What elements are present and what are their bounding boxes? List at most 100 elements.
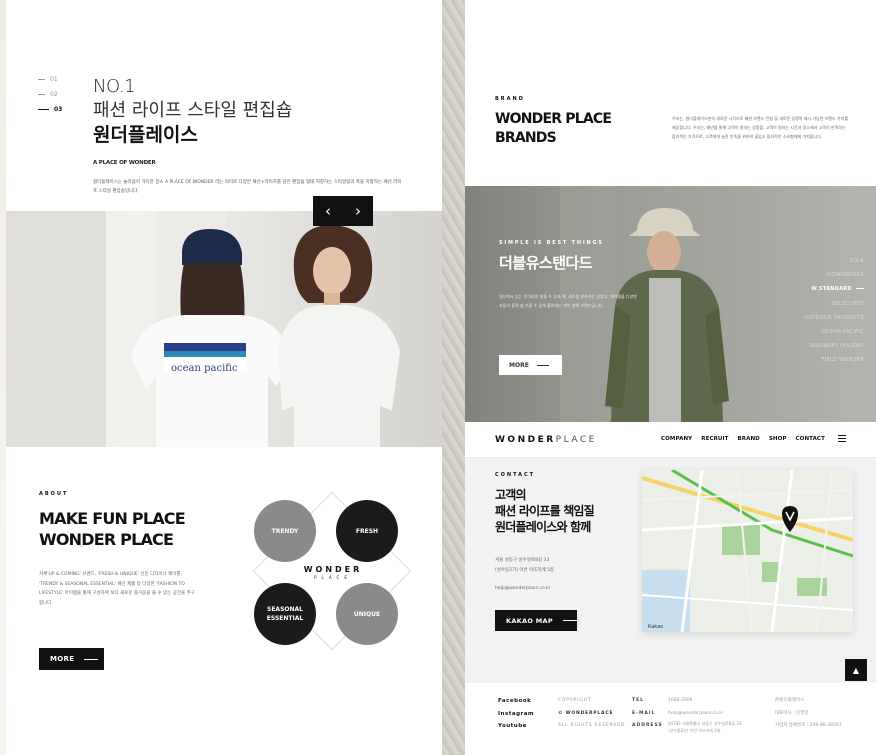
address-line1: 서울 성동구 성수일로8길 33 <box>495 558 550 563</box>
email-value: help@wonderplace.co.kr <box>668 710 724 716</box>
instagram-link[interactable]: Instagram <box>498 708 534 721</box>
more-label: MORE <box>509 361 529 369</box>
logo-sub: PLACE <box>314 575 352 580</box>
about-more-button[interactable]: MORE <box>39 648 104 670</box>
slide-number-1[interactable]: 01 <box>38 76 58 83</box>
slider-next-button[interactable]: › <box>343 196 373 226</box>
ceo-name: 대표이사 : 김영민 <box>775 710 809 716</box>
shirt-print-text: ocean pacific <box>171 363 238 374</box>
circle-trendy: TRENDY <box>254 500 316 562</box>
nav-brand[interactable]: BRAND <box>738 436 760 442</box>
contact-title-line1: 고객의 <box>495 488 527 502</box>
circle-fresh: FRESH <box>336 500 398 562</box>
intro-subheading: A PLACE OF WONDER <box>93 160 156 166</box>
brand-list-item[interactable]: ORDINARY HOLIDAY <box>804 339 864 353</box>
copyright-label: COPYRIGHT <box>558 698 592 703</box>
hero-more-button[interactable]: MORE <box>499 355 562 375</box>
footer-labels: TEL E-MAIL ADDRESS <box>632 695 663 733</box>
about-label: ABOUT <box>39 491 69 497</box>
brand-title-line1: WONDER PLACE <box>495 111 612 127</box>
nav-company[interactable]: COMPANY <box>661 436 692 442</box>
circle-label: SEASONAL ESSENTIAL <box>266 606 304 622</box>
hero-brand-title: 더블유스탠다드 <box>499 254 593 272</box>
slider-controls: ‹ › <box>313 196 373 226</box>
about-title-line2: WONDER PLACE <box>39 530 174 549</box>
logo-light: PLACE <box>555 435 597 445</box>
about-text: 자체'UP & COMING' 브랜드, 'FRESH & UNIQUE' 신진… <box>39 572 195 606</box>
slide-number-label: 03 <box>54 106 63 113</box>
footer-values: 1688-2606 help@wonderplace.co.kr 04782 서… <box>668 695 746 734</box>
contact-title-line3: 원더플레이스와 함께 <box>495 520 591 534</box>
contact-email: help@wonderplace.co.kr <box>495 586 551 591</box>
brand-list-item[interactable]: SELECCIOIT <box>804 297 864 311</box>
brand-list-item-active[interactable]: W.STANDARD <box>804 282 864 296</box>
brand-title-line2: BRANDS <box>495 130 557 146</box>
contact-label: CONTACT <box>495 472 536 478</box>
address-line2: (성수동2가) 어반 아뜨리에 5층 <box>495 568 555 573</box>
main-navbar: WONDERPLACE COMPANY RECRUIT BRAND SHOP C… <box>465 422 876 458</box>
kakao-label: KAKAO MAP <box>506 616 553 625</box>
business-number: 사업자 등록번호 : 206-86-38567 <box>775 723 842 728</box>
hero-description: 일상에서 입는 옷이라면 핏을 수 있게 해, 새로움 펀하라는 있었다. 대이… <box>499 294 637 308</box>
wonderplace-logo: WONDER PLACE <box>300 565 366 580</box>
nav-recruit[interactable]: RECRUIT <box>701 436 728 442</box>
footer-sns: Facebook Instagram Youtube <box>498 695 534 733</box>
slide-number-label: 02 <box>50 91 58 98</box>
map-graphic: Kakao <box>642 470 853 632</box>
slide-number-label: 01 <box>50 76 58 83</box>
hamburger-menu-icon[interactable] <box>838 435 846 444</box>
nav-menu: COMPANY RECRUIT BRAND SHOP CONTACT <box>661 436 825 442</box>
intro-description: 원더플레이스는 놀라움이 가득한 장소 A PLACE OF WONDER 라는… <box>93 180 402 194</box>
intro-panel: 01 02 03 NO.1 패션 라이프 스타일 편집숍 원더플레이스 A PL… <box>6 0 442 755</box>
email-label: E-MAIL <box>632 710 656 716</box>
tel-value: 1688-2606 <box>668 698 693 703</box>
map-attribution: Kakao <box>648 624 663 630</box>
tel-label: TEL <box>632 698 645 703</box>
site-footer: Facebook Instagram Youtube COPYRIGHT © W… <box>465 683 876 755</box>
brand-list-item[interactable]: OUTDOOR PRODUCTS <box>804 311 864 325</box>
footer-copyright: COPYRIGHT © WONDERPLACE ALL RIGHTS RESER… <box>558 695 627 733</box>
copyright-rights: ALL RIGHTS RESERVED. <box>558 723 628 728</box>
arrow-up-icon: ▲ <box>852 665 860 675</box>
address-value: 04782 서울특별시 성동구 성수일로8길 33 (성수동2가) 어반 아뜨리… <box>668 721 742 733</box>
copyright-brand: © WONDERPLACE <box>558 710 614 716</box>
hero-photo: ocean pacific <box>6 211 442 447</box>
slide-number-3[interactable]: 03 <box>38 106 62 113</box>
slider-prev-button[interactable]: ‹ <box>313 196 343 226</box>
scroll-top-button[interactable]: ▲ <box>845 659 867 681</box>
brand-list-item[interactable]: SOLA <box>804 254 864 268</box>
logo-main: WONDER <box>303 565 363 574</box>
brand-description: 우리는, 원더플레이스만의 새로운 시각으로 패션 브랜드 런칭 및 새로운 경… <box>672 116 849 140</box>
hero-tagline: SIMPLE IS BEST THINGS <box>499 240 604 246</box>
contact-title-line2: 패션 라이프를 책임질 <box>495 504 595 518</box>
models-illustration: ocean pacific <box>6 211 400 447</box>
more-label: MORE <box>50 655 75 663</box>
circle-label: TRENDY <box>271 527 299 535</box>
circle-seasonal: SEASONAL ESSENTIAL <box>254 583 316 645</box>
nav-shop[interactable]: SHOP <box>769 436 787 442</box>
footer-company: ㈜원더플레이스 대표이사 : 김영민 사업자 등록번호 : 206-86-385… <box>775 695 842 733</box>
brand-label: BRAND <box>495 96 525 102</box>
brand-list-item[interactable]: FIELD WONDER <box>804 353 864 367</box>
brand-list-item[interactable]: ISOWONDERS <box>804 268 864 282</box>
about-title-line1: MAKE FUN PLACE <box>39 509 186 528</box>
youtube-link[interactable]: Youtube <box>498 720 534 733</box>
logo-bold: WONDER <box>495 435 556 445</box>
slide-number-2[interactable]: 02 <box>38 91 58 98</box>
location-map[interactable]: Kakao <box>642 470 853 632</box>
brand-list-item[interactable]: OCEAN PACIFIC <box>804 325 864 339</box>
headline-brand: 원더플레이스 <box>93 124 198 146</box>
brand-panel: BRAND WONDER PLACE BRANDS 우리는, 원더플레이스만의 … <box>465 0 876 755</box>
site-logo[interactable]: WONDERPLACE <box>495 435 597 445</box>
address-label: ADDRESS <box>632 723 663 728</box>
kakao-map-button[interactable]: KAKAO MAP <box>495 610 577 631</box>
circle-label: UNIQUE <box>353 610 381 618</box>
facebook-link[interactable]: Facebook <box>498 695 534 708</box>
circle-unique: UNIQUE <box>336 583 398 645</box>
headline-subtitle: 패션 라이프 스타일 편집숍 <box>93 100 293 121</box>
headline-no1: NO.1 <box>93 76 136 97</box>
nav-contact[interactable]: CONTACT <box>796 436 825 442</box>
brand-list: SOLA ISOWONDERS W.STANDARD SELECCIOIT OU… <box>804 254 864 368</box>
company-name: ㈜원더플레이스 <box>775 698 805 703</box>
circle-label: FRESH <box>355 527 379 535</box>
